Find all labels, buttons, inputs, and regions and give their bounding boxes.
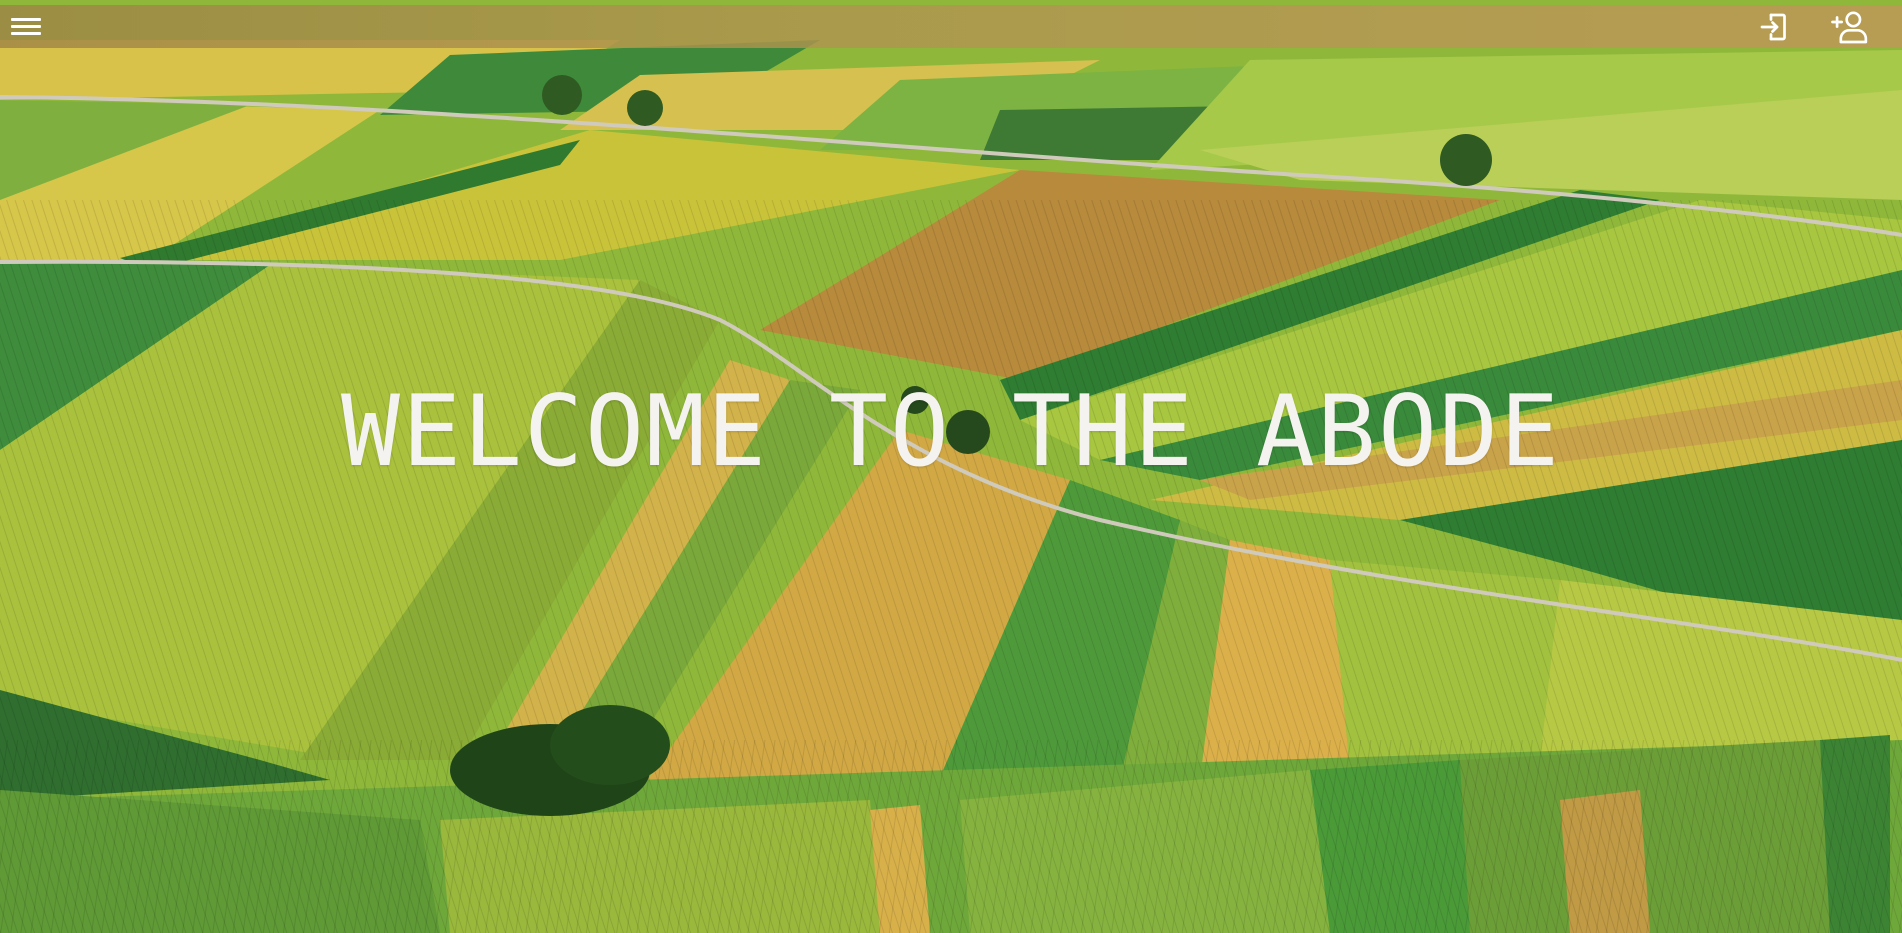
hamburger-menu-icon[interactable] — [8, 13, 44, 39]
top-navigation-bar — [0, 5, 1902, 48]
add-user-button[interactable] — [1830, 8, 1870, 46]
add-user-icon — [1831, 11, 1868, 44]
login-button[interactable] — [1754, 8, 1794, 46]
menu-line — [11, 18, 41, 21]
menu-line — [11, 32, 41, 35]
menu-line — [11, 25, 41, 28]
page-title: WELCOME TO THE ABODE — [340, 375, 1562, 489]
login-icon — [1760, 13, 1786, 41]
landing-page: WELCOME TO THE ABODE — [0, 0, 1902, 933]
